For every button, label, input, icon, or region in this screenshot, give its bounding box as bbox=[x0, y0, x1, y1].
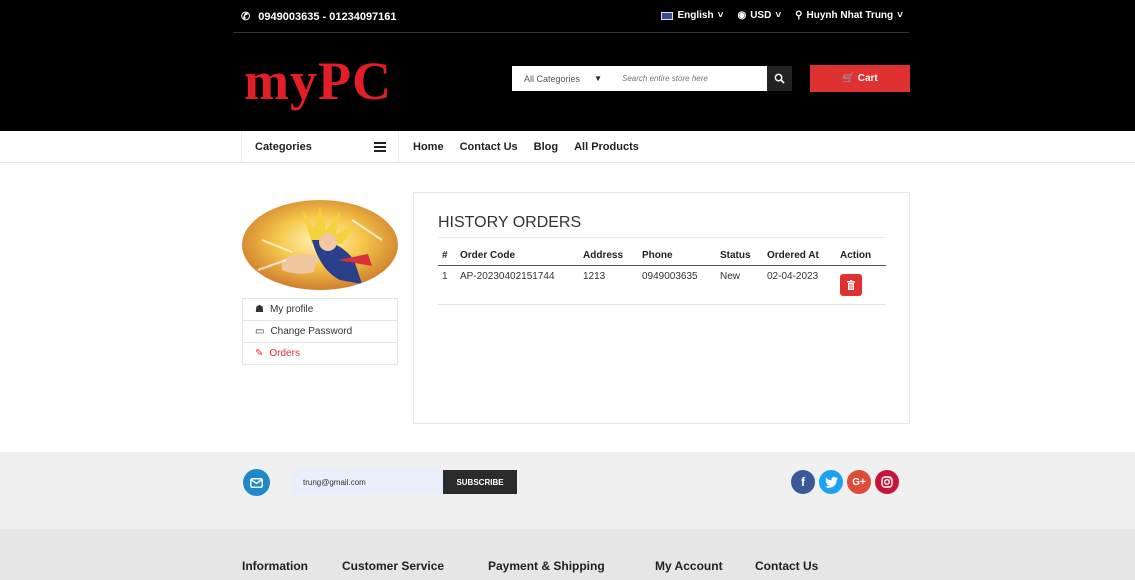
caret-down-icon: ▼ bbox=[594, 74, 602, 83]
cell-action bbox=[836, 265, 886, 305]
cart-label: Cart bbox=[857, 73, 878, 84]
instagram-icon[interactable] bbox=[875, 470, 899, 494]
facebook-icon[interactable]: f bbox=[791, 470, 815, 494]
google-plus-icon[interactable]: G+ bbox=[847, 470, 871, 494]
footer-heading-payment-shipping: Payment & Shipping bbox=[488, 559, 605, 573]
nav-contact-us[interactable]: Contact Us bbox=[460, 141, 518, 153]
cell-ordered-at: 02-04-2023 bbox=[763, 265, 836, 305]
search-button[interactable] bbox=[767, 66, 792, 91]
avatar bbox=[242, 200, 398, 290]
delete-order-button[interactable] bbox=[840, 274, 862, 296]
user-key-icon: ⚲ bbox=[795, 10, 803, 21]
social-links: f G+ bbox=[791, 470, 899, 494]
main-nav: Home Contact Us Blog All Products bbox=[413, 141, 655, 153]
search-icon bbox=[774, 73, 785, 84]
column-header-action: Action bbox=[836, 245, 886, 266]
subscribe-button[interactable]: SUBSCRIBE bbox=[443, 470, 517, 494]
table-row: 1 AP-20230402151744 1213 0949003635 New … bbox=[438, 265, 886, 305]
cart-button[interactable]: 🛒 Cart bbox=[810, 65, 910, 92]
header-divider bbox=[233, 32, 909, 33]
column-header-status: Status bbox=[716, 245, 763, 266]
newsletter-email-input[interactable] bbox=[293, 470, 443, 494]
categories-label: Categories bbox=[255, 140, 312, 153]
home-icon: ☗ bbox=[255, 304, 264, 315]
column-header-phone: Phone bbox=[638, 245, 716, 266]
phone-icon: ✆ bbox=[241, 11, 251, 23]
language-label: English bbox=[677, 10, 714, 21]
search-input[interactable] bbox=[612, 66, 766, 91]
user-name: Huynh Nhat Trung bbox=[806, 10, 894, 21]
uk-flag-icon bbox=[661, 11, 674, 20]
hamburger-icon bbox=[374, 141, 386, 152]
sidebar-item-orders[interactable]: ✎ Orders bbox=[243, 343, 397, 364]
chevron-down-icon: ˅ bbox=[717, 10, 724, 21]
cart-icon: 🛒 bbox=[842, 73, 855, 84]
cell-address: 1213 bbox=[579, 265, 638, 305]
column-header-address: Address bbox=[579, 245, 638, 266]
top-right-menu: English ˅ ◉ USD ˅ ⚲ Huynh Nhat Trung ˅ bbox=[661, 10, 903, 21]
globe-icon: ◉ bbox=[737, 10, 747, 21]
language-selector[interactable]: English ˅ bbox=[661, 10, 723, 21]
sidebar-item-change-password[interactable]: ▭ Change Password bbox=[243, 321, 397, 343]
twitter-icon[interactable] bbox=[819, 470, 843, 494]
page-title: HISTORY ORDERS bbox=[438, 214, 582, 231]
chevron-down-icon: ˅ bbox=[897, 10, 903, 21]
column-header-order-code: Order Code bbox=[456, 245, 579, 266]
trash-icon bbox=[847, 280, 855, 290]
user-menu[interactable]: ⚲ Huynh Nhat Trung ˅ bbox=[795, 10, 903, 21]
footer-links: Information Customer Service Payment & S… bbox=[242, 559, 818, 573]
table-header-row: # Order Code Address Phone Status Ordere… bbox=[438, 245, 886, 266]
footer-heading-my-account: My Account bbox=[655, 559, 723, 573]
currency-selector[interactable]: ◉ USD ˅ bbox=[737, 10, 781, 21]
category-select-label: All Categories bbox=[524, 73, 581, 84]
cell-status: New bbox=[716, 265, 763, 305]
account-menu: ☗ My profile ▭ Change Password ✎ Orders bbox=[242, 298, 398, 365]
search-bar: All Categories ▼ bbox=[512, 66, 792, 91]
avatar-image bbox=[242, 200, 398, 290]
cell-order-code: AP-20230402151744 bbox=[456, 265, 579, 305]
phone-text: 0949003635 - 01234097161 bbox=[258, 11, 397, 23]
cell-index: 1 bbox=[438, 265, 456, 305]
sidebar-item-label: Orders bbox=[269, 348, 300, 359]
nav-home[interactable]: Home bbox=[413, 141, 444, 153]
categories-menu[interactable]: Categories bbox=[241, 131, 399, 162]
orders-table: # Order Code Address Phone Status Ordere… bbox=[438, 245, 886, 305]
chevron-down-icon: ˅ bbox=[775, 10, 782, 21]
orders-panel: HISTORY ORDERS # Order Code Address Phon… bbox=[413, 192, 910, 424]
site-logo[interactable]: myPC bbox=[244, 50, 392, 112]
footer-heading-customer-service: Customer Service bbox=[342, 559, 445, 573]
currency-label: USD bbox=[750, 10, 772, 21]
sidebar-item-my-profile[interactable]: ☗ My profile bbox=[243, 299, 397, 321]
sidebar-item-label: Change Password bbox=[270, 326, 353, 337]
mail-icon bbox=[243, 469, 270, 496]
nav-all-products[interactable]: All Products bbox=[574, 141, 639, 153]
card-icon: ▭ bbox=[255, 326, 265, 337]
phone-info: ✆ 0949003635 - 01234097161 bbox=[241, 10, 397, 23]
nav-blog[interactable]: Blog bbox=[534, 141, 558, 153]
cell-phone: 0949003635 bbox=[638, 265, 716, 305]
column-header-index: # bbox=[438, 245, 456, 266]
column-header-ordered-at: Ordered At bbox=[763, 245, 836, 266]
category-select[interactable]: All Categories ▼ bbox=[512, 66, 612, 91]
sidebar-item-label: My profile bbox=[269, 304, 314, 315]
footer-heading-information: Information bbox=[242, 559, 308, 573]
footer-heading-contact-us: Contact Us bbox=[755, 559, 819, 573]
newsletter-bar bbox=[0, 452, 1135, 529]
title-divider bbox=[438, 237, 886, 238]
pencil-icon: ✎ bbox=[255, 348, 264, 359]
